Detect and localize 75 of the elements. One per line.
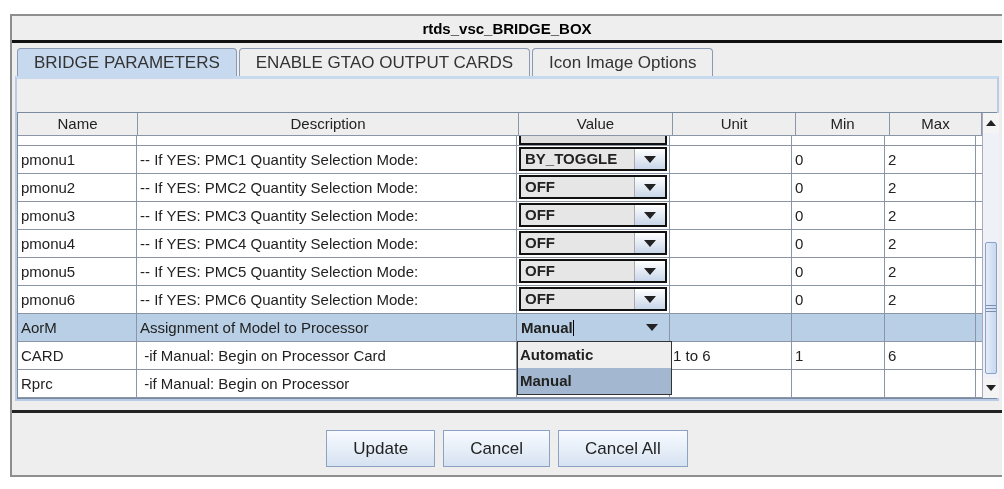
dropdown-option[interactable]: Manual [518,368,671,394]
down-arrow-icon [986,385,996,391]
value-dropdown[interactable]: OFF [519,203,667,227]
table-cell: pmonu2 [21,179,76,196]
table-cell: 0 [795,151,804,168]
tab[interactable]: Icon Image Options [532,48,714,76]
table-cell: 2 [888,235,897,252]
table-row[interactable]: pmonu2 -- If YES: PMC2 Quantity Selection Mode: OFF 0 2 [18,174,982,202]
scroll-up-button[interactable] [983,113,999,133]
up-arrow-icon [986,120,996,126]
tab[interactable]: ENABLE GTAO OUTPUT CARDS [238,48,531,76]
table-cell: Rprc [21,375,53,392]
column-header[interactable]: Unit [673,113,796,135]
table-cell: 0 [795,207,804,224]
table-cell: CARD [21,347,64,364]
dropdown-option[interactable]: Automatic [518,342,671,368]
table-cell: pmonu3 [21,207,76,224]
table-row[interactable]: pmonu4 -- If YES: PMC4 Quantity Selection Mode: OFF 0 2 [18,230,982,258]
scroll-down-button[interactable] [983,378,999,398]
column-header[interactable]: Name [18,113,138,135]
column-header[interactable]: Min [796,113,890,135]
table-row[interactable]: pmonu5 -- If YES: PMC5 Quantity Selection Mode: OFF 0 2 [18,258,982,286]
table-cell: 1 [795,347,804,364]
table-cell: pmonu5 [21,263,76,280]
table-cell: -- If YES: PMC1 Quantity Selection Mode: [140,151,419,168]
table-cell: 0 [795,291,804,308]
table-cell: -- If YES: PMC5 Quantity Selection Mode: [140,263,419,280]
value-dropdown[interactable]: Manual [517,314,669,341]
caret-icon [644,267,656,275]
table-cell: 0 [795,235,804,252]
table-cell: -- If YES: PMC2 Quantity Selection Mode: [140,179,419,196]
table-cell: 0 [795,179,804,196]
table-cell: pmonu1 [21,151,76,168]
value-dropdown[interactable]: OFF [519,231,667,255]
table-cell-text: -if Manual: Begin on Processor Card [143,347,386,364]
table-cell-text: -if Manual: Begin on Processor [143,375,350,392]
table-cell: 1 to 6 [673,347,711,364]
table-cell: 2 [888,207,897,224]
caret-icon [644,239,656,247]
grip-icon [986,304,996,312]
dialog-button[interactable]: Cancel [443,430,551,467]
table-cell: 0 [795,263,804,280]
table-cell: 2 [888,151,897,168]
combo-box[interactable] [519,136,667,145]
table-cell: 6 [888,347,897,364]
table-cell: -- If YES: PMC3 Quantity Selection Mode: [140,207,419,224]
table-row[interactable]: pmonu1 -- If YES: PMC1 Quantity Selection Mode: BY_TOGGLE 0 2 [18,146,982,174]
table-cell: 2 [888,263,897,280]
table-cell: 2 [888,291,897,308]
scroll-thumb[interactable] [985,242,997,374]
value-dropdown[interactable]: BY_TOGGLE [519,147,667,171]
table-row[interactable]: pmonu3 -- If YES: PMC3 Quantity Selection Mode: OFF 0 2 [18,202,982,230]
caret-icon [644,183,656,191]
caret-icon [644,295,656,303]
column-header[interactable]: Value [519,113,673,135]
scrollbar[interactable] [982,113,999,398]
table-cell: 2 [888,179,897,196]
dialog-button[interactable]: Cancel All [558,430,688,467]
tab[interactable]: BRIDGE PARAMETERS [17,48,237,76]
window-title: rtds_vsc_BRIDGE_BOX [12,16,1002,43]
value-dropdown[interactable]: OFF [519,259,667,283]
table-cell: pmonu6 [21,291,76,308]
table-cell: -- If YES: PMC4 Quantity Selection Mode: [140,235,419,252]
caret-icon [644,211,656,219]
value-dropdown[interactable]: OFF [519,287,667,311]
table-row[interactable]: pmonu6 -- If YES: PMC6 Quantity Selection Mode: OFF 0 2 [18,286,982,314]
table-cell: pmonu4 [21,235,76,252]
table-cell: AorM [21,319,57,336]
table-cell: Assignment of Model to Processor [140,319,369,336]
column-header[interactable]: Description [138,113,519,135]
dialog-button[interactable]: Update [326,430,436,467]
caret-icon [646,324,658,331]
caret-icon [644,155,656,163]
table-cell: -- If YES: PMC6 Quantity Selection Mode: [140,291,419,308]
value-dropdown[interactable]: OFF [519,175,667,199]
